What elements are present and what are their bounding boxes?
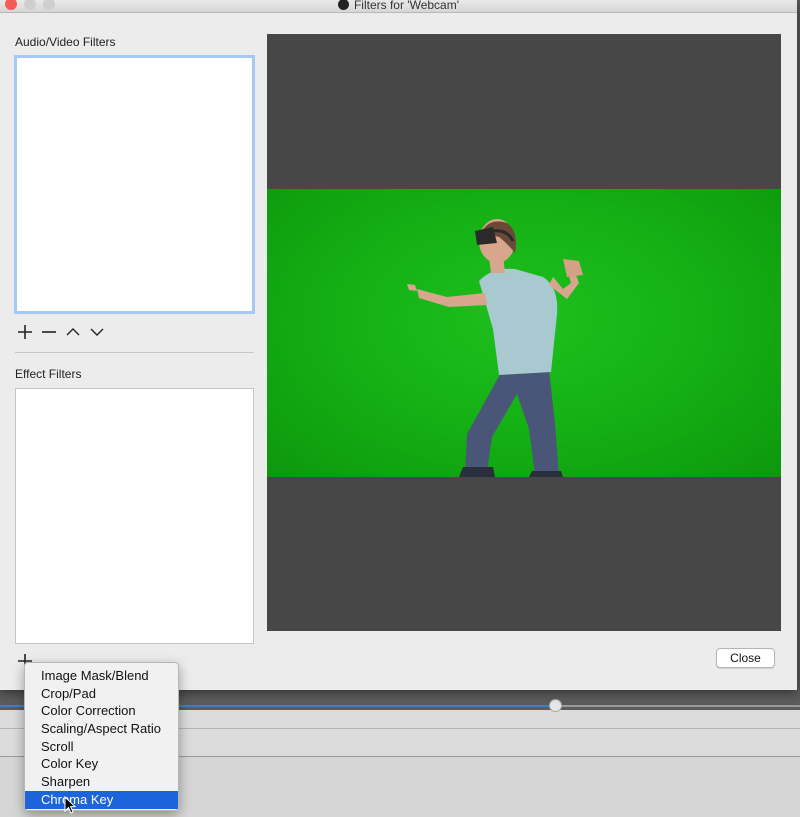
add-filter-menu: Image Mask/Blend Crop/Pad Color Correcti… [24, 662, 179, 811]
menu-item-sharpen[interactable]: Sharpen [25, 773, 178, 791]
remove-filter-button[interactable] [40, 323, 58, 341]
audio-video-filters-list[interactable] [14, 55, 255, 314]
effect-filters-label: Effect Filters [15, 367, 82, 381]
remove-icon [42, 331, 56, 333]
menu-item-scroll[interactable]: Scroll [25, 738, 178, 756]
window-title-group: Filters for 'Webcam' [0, 0, 797, 12]
effect-filters-list[interactable] [15, 388, 254, 644]
audio-video-filters-label: Audio/Video Filters [15, 35, 116, 49]
close-button[interactable]: Close [716, 648, 775, 668]
mouse-cursor-icon [64, 796, 76, 814]
obs-logo-icon [337, 0, 349, 10]
section-divider [15, 352, 254, 353]
background-slider-track-remaining [556, 705, 800, 707]
menu-item-color-key[interactable]: Color Key [25, 755, 178, 773]
title-bar: Filters for 'Webcam' [0, 0, 797, 13]
audio-video-filter-controls [16, 323, 106, 341]
menu-item-scaling-aspect-ratio[interactable]: Scaling/Aspect Ratio [25, 720, 178, 738]
menu-item-color-correction[interactable]: Color Correction [25, 702, 178, 720]
green-screen-video [267, 189, 781, 477]
window-title: Filters for 'Webcam' [353, 0, 460, 12]
menu-item-image-mask-blend[interactable]: Image Mask/Blend [25, 667, 178, 685]
filter-preview [267, 34, 781, 631]
background-slider-knob[interactable] [549, 699, 562, 712]
move-filter-up-button[interactable] [64, 323, 82, 341]
filters-dialog: Filters for 'Webcam' Audio/Video Filters… [0, 0, 797, 690]
move-filter-down-button[interactable] [88, 323, 106, 341]
add-icon [18, 325, 32, 339]
add-filter-button[interactable] [16, 323, 34, 341]
menu-item-crop-pad[interactable]: Crop/Pad [25, 685, 178, 703]
move-down-icon [90, 328, 104, 336]
person-figure [407, 219, 583, 477]
move-up-icon [66, 328, 80, 336]
menu-item-chroma-key[interactable]: Chroma Key [25, 790, 178, 809]
